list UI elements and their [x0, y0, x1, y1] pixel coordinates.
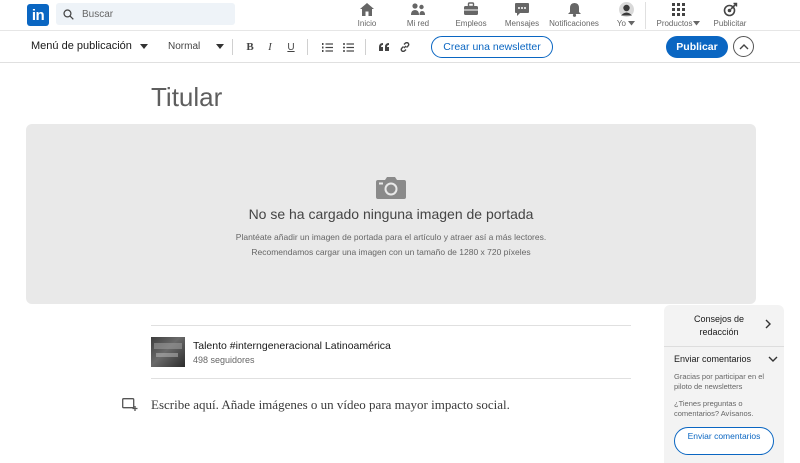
add-media-icon — [122, 398, 138, 411]
send-feedback-button[interactable]: Enviar comentarios — [674, 427, 774, 455]
nav-network-label: Mi red — [406, 19, 430, 28]
nav-jobs[interactable]: Empleos — [453, 0, 489, 31]
text-style-select[interactable]: Normal — [168, 41, 224, 52]
editor-toolbar: Menú de publicación Normal B I U Crear u… — [0, 31, 800, 63]
nav-products[interactable]: Productos — [653, 0, 703, 31]
caret-down-icon — [692, 21, 700, 26]
italic-button[interactable]: I — [262, 39, 278, 55]
search-icon — [63, 8, 74, 20]
link-button[interactable] — [397, 39, 413, 55]
nav-advertise-label: Publicitar — [713, 19, 747, 28]
global-nav: in Inicio Mi red Empleos Mensajes Notifi… — [0, 0, 800, 31]
group-name: Talento #interngeneracional Latinoaméric… — [193, 340, 391, 352]
quote-button[interactable] — [376, 39, 392, 55]
cover-description: Plantéate añadir un imagen de portada pa… — [26, 230, 756, 260]
publish-button[interactable]: Publicar — [666, 36, 728, 58]
create-newsletter-button[interactable]: Crear una newsletter — [431, 36, 553, 58]
camera-icon — [375, 174, 407, 205]
nav-me-text: Yo — [616, 19, 626, 28]
nav-home-label: Inicio — [357, 19, 377, 28]
divider — [151, 325, 631, 326]
chevron-up-icon — [739, 43, 748, 49]
chevron-right-icon — [765, 319, 771, 329]
quote-icon — [378, 43, 389, 51]
feedback-toggle[interactable]: Enviar comentarios — [674, 354, 778, 364]
toolbar-divider — [365, 39, 366, 55]
cover-description-line: Recomendamos cargar una imagen con un ta… — [251, 247, 531, 257]
messaging-icon — [514, 1, 530, 17]
home-icon — [359, 1, 375, 17]
bold-button[interactable]: B — [242, 39, 258, 55]
article-body-input[interactable]: Escribe aquí. Añade imágenes o un vídeo … — [151, 397, 510, 413]
nav-messaging[interactable]: Mensajes — [503, 0, 541, 31]
nav-messaging-label: Mensajes — [504, 19, 540, 28]
nav-products-label: Productos — [656, 19, 700, 28]
briefcase-icon — [463, 1, 479, 17]
nav-divider — [645, 2, 646, 29]
numbered-list-icon — [321, 42, 333, 52]
writing-tips-button[interactable]: Consejos de redacción — [664, 305, 784, 347]
numbered-list-button[interactable] — [319, 39, 335, 55]
feedback-question-text: ¿Tienes preguntas o comentarios? Avísano… — [674, 399, 754, 418]
caret-down-icon — [216, 44, 224, 49]
nav-notifications-label: Notificaciones — [549, 19, 599, 28]
nav-notifications[interactable]: Notificaciones — [546, 0, 602, 31]
nav-me[interactable]: Yo — [611, 0, 641, 31]
bell-icon — [567, 1, 582, 17]
nav-advertise[interactable]: Publicitar — [711, 0, 749, 31]
nav-home[interactable]: Inicio — [352, 0, 382, 31]
publishing-menu-label: Menú de publicación — [31, 40, 132, 52]
caret-down-icon — [628, 21, 636, 26]
feedback-thanks-text: Gracias por participar en el piloto de n… — [674, 372, 765, 391]
advertise-icon — [723, 1, 738, 17]
headline-input[interactable]: Titular — [151, 82, 222, 113]
grid-icon — [671, 1, 685, 17]
network-icon — [410, 1, 426, 17]
link-icon — [400, 42, 410, 52]
nav-jobs-label: Empleos — [455, 19, 487, 28]
cover-title: No se ha cargado ninguna imagen de porta… — [248, 206, 534, 222]
nav-products-text: Productos — [656, 19, 693, 28]
search-input[interactable] — [82, 8, 222, 20]
underline-button[interactable]: U — [283, 39, 299, 55]
bulleted-list-icon — [342, 42, 354, 52]
cover-description-line: Plantéate añadir un imagen de portada pa… — [235, 232, 547, 242]
bulleted-list-button[interactable] — [340, 39, 356, 55]
cover-image-upload[interactable]: No se ha cargado ninguna imagen de porta… — [26, 124, 756, 304]
caret-down-icon — [139, 43, 148, 49]
nav-me-label: Yo — [616, 19, 636, 28]
search-bar[interactable] — [56, 3, 235, 25]
writing-assistant-panel: Consejos de redacción Enviar comentarios… — [664, 305, 784, 463]
group-thumbnail — [151, 337, 185, 367]
avatar — [618, 1, 634, 17]
add-media-button[interactable] — [122, 397, 138, 413]
divider — [151, 378, 631, 379]
toolbar-divider — [232, 39, 233, 55]
linkedin-logo[interactable]: in — [27, 4, 49, 26]
toolbar-divider — [307, 39, 308, 55]
group-followers: 498 seguidores — [193, 355, 255, 365]
chevron-down-icon — [768, 356, 778, 362]
writing-tips-label: Consejos de redacción — [693, 314, 745, 337]
nav-network[interactable]: Mi red — [403, 0, 433, 31]
publishing-menu-button[interactable]: Menú de publicación — [31, 40, 148, 52]
group-info: Talento #interngeneracional Latinoaméric… — [193, 340, 391, 365]
collapse-toolbar-button[interactable] — [733, 36, 754, 57]
newsletter-group[interactable]: Talento #interngeneracional Latinoaméric… — [151, 337, 391, 367]
feedback-header: Enviar comentarios — [674, 354, 752, 364]
text-style-value: Normal — [168, 41, 201, 52]
